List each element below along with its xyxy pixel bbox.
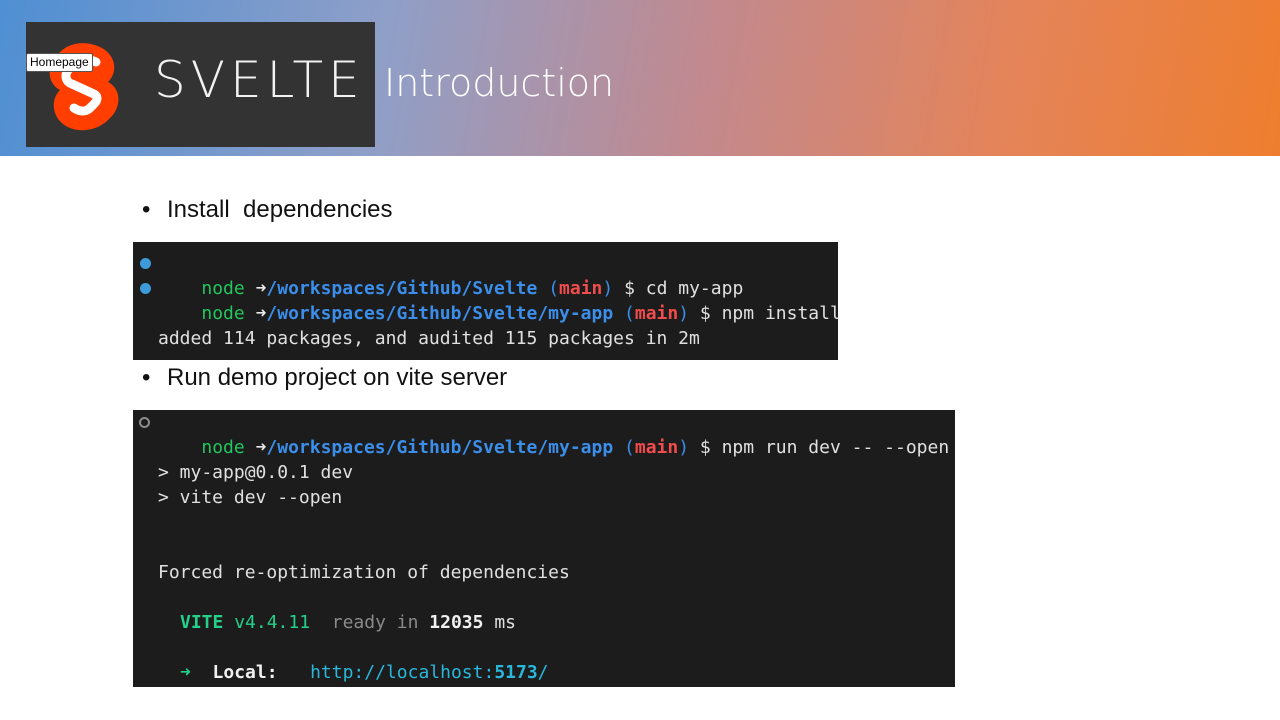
success-dot-icon — [140, 283, 151, 294]
terminal-dev-server: node ➜/workspaces/Github/Svelte/my-app (… — [133, 410, 955, 687]
bullet-marker: • — [142, 364, 151, 391]
ready-time: 12035 — [429, 612, 484, 633]
local-url-host: http://localhost: — [310, 662, 495, 683]
prompt-user: node — [201, 303, 245, 324]
success-dot-icon — [140, 258, 151, 269]
branch-open-paren: ( — [624, 437, 635, 458]
svelte-logo-box[interactable]: SVELTE — [26, 22, 375, 147]
terminal-install: node ➜/workspaces/Github/Svelte (main) $… — [133, 242, 841, 360]
prompt-path: /workspaces/Github/Svelte/my-app — [266, 437, 614, 458]
branch-open-paren: ( — [624, 303, 635, 324]
npm-script-line: > my-app@0.0.1 dev — [158, 462, 354, 483]
svelte-wordmark: SVELTE — [154, 51, 365, 109]
npm-script-line: > vite dev --open — [158, 487, 343, 508]
git-branch: main — [634, 437, 679, 458]
local-url-port: 5173 — [494, 662, 538, 683]
terminal-prompt-line: node ➜/workspaces/Github/Svelte/my-app (… — [133, 410, 949, 458]
ready-unit: ms — [494, 612, 517, 633]
vite-name: VITE — [180, 612, 224, 633]
running-circle-icon — [139, 417, 150, 428]
bullet-text: Run demo project on vite server — [167, 364, 508, 391]
vite-version: v4.4.11 — [234, 612, 311, 633]
slide-title: Introduction — [384, 61, 615, 105]
local-arrow-icon: ➜ — [180, 662, 191, 683]
prompt-arrow-icon: ➜ — [255, 303, 267, 324]
local-url-suffix: / — [537, 662, 549, 683]
bullet-install-dependencies: • Install dependencies — [142, 195, 393, 225]
terminal-command: $ npm run dev -- --open — [699, 437, 950, 458]
homepage-tooltip: Homepage — [26, 53, 93, 72]
forced-optimization-line: Forced re-optimization of dependencies — [158, 562, 570, 583]
bullet-run-demo: • Run demo project on vite server — [142, 363, 507, 393]
terminal-prompt-line: node ➜/workspaces/Github/Svelte/my-app (… — [133, 276, 841, 324]
vite-ready-line: VITE v4.4.11 ready in 12035 ms — [133, 610, 516, 635]
title-banner: SVELTE Homepage Introduction — [0, 0, 1280, 156]
terminal-prompt-line: node ➜/workspaces/Github/Svelte (main) $… — [133, 251, 743, 299]
terminal-output: added 114 packages, and audited 115 pack… — [158, 328, 700, 349]
git-branch: main — [634, 303, 679, 324]
bullet-text: Install dependencies — [167, 196, 393, 223]
local-url-link[interactable]: http://localhost:5173/ — [310, 662, 548, 683]
terminal-command: $ npm install — [699, 303, 841, 324]
local-label: Local: — [212, 662, 278, 683]
branch-close-paren: ) — [678, 437, 690, 458]
bullet-marker: • — [142, 196, 151, 223]
prompt-user: node — [201, 437, 245, 458]
ready-text: ready in — [331, 612, 419, 633]
branch-close-paren: ) — [678, 303, 690, 324]
prompt-path: /workspaces/Github/Svelte/my-app — [266, 303, 614, 324]
local-url-line: ➜ Local: http://localhost:5173/ — [133, 660, 549, 685]
prompt-arrow-icon: ➜ — [255, 437, 267, 458]
